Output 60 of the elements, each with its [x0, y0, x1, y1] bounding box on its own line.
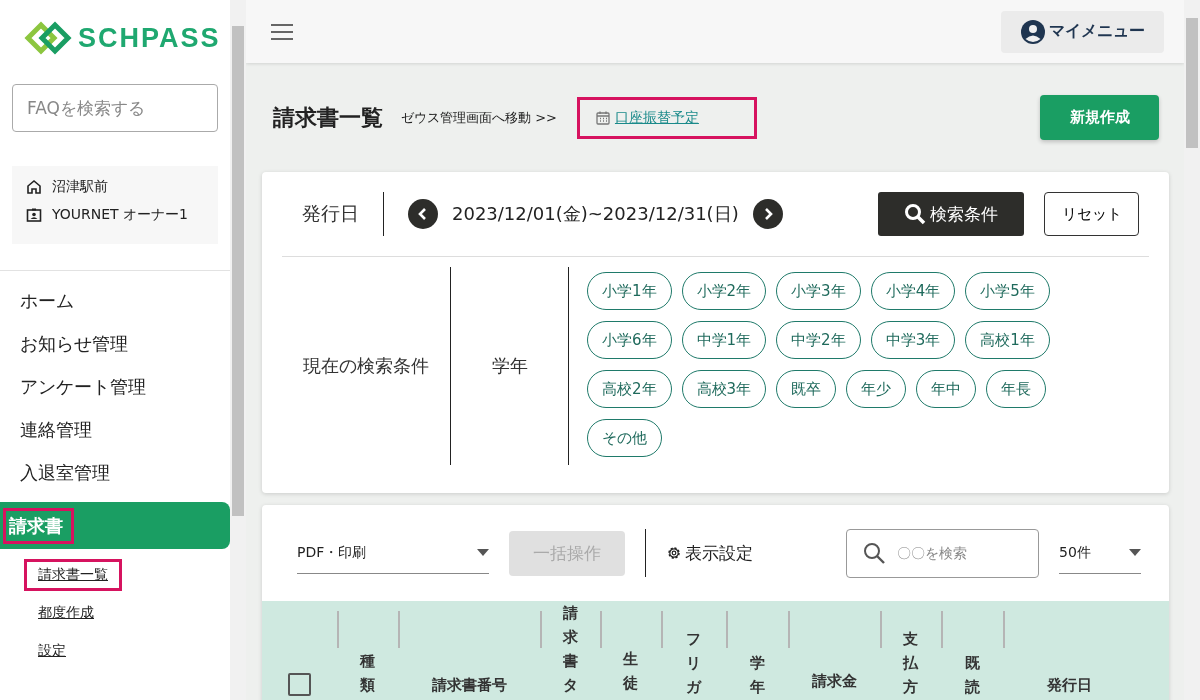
schedule-link[interactable]: 口座振替予定 [576, 96, 757, 139]
select-all-checkbox[interactable] [288, 673, 311, 696]
grade-label: 学年 [490, 354, 529, 378]
highlight-frame: 連絡管理 [14, 411, 103, 448]
highlight-frame: お知らせ管理 [14, 325, 139, 362]
column-header[interactable]: 請求書タ [562, 601, 578, 697]
dropdown-icon [477, 549, 489, 556]
my-menu-button[interactable]: マイメニュー [1001, 10, 1164, 53]
scrollbar[interactable] [230, 0, 246, 700]
chevron-left-icon [418, 207, 428, 221]
subnav-link[interactable]: 設定 [24, 635, 80, 667]
user-name: YOURNET オーナー1 [52, 206, 188, 224]
date-label: 発行日 [302, 201, 359, 226]
nav-item[interactable]: ホーム [0, 279, 230, 322]
nav-item[interactable]: 連絡管理 [0, 408, 230, 451]
faq-search-field[interactable]: FAQを検索する [12, 84, 218, 132]
column-header[interactable]: 既読 [964, 651, 980, 699]
nav-item[interactable]: 入退室管理 [0, 451, 230, 494]
logo-text: SCHPASS [78, 22, 221, 54]
page-size-select[interactable]: 50件 [1059, 532, 1141, 574]
column-header[interactable]: 学年 [749, 651, 765, 699]
next-button[interactable] [752, 199, 783, 229]
nav-item[interactable]: アンケート管理 [0, 365, 230, 408]
search-icon [904, 203, 926, 225]
menu-icon[interactable] [270, 22, 294, 41]
user-icon [1020, 19, 1045, 44]
zeus-link[interactable]: ゼウス管理画面へ移動 >> [401, 108, 557, 127]
date-range: 2023/12/01(金)~2023/12/31(日) [452, 202, 739, 226]
highlight-frame: 入退室管理 [14, 454, 121, 491]
previous-button[interactable] [408, 199, 438, 229]
current-conditions-label: 現在の検索条件 [302, 354, 430, 378]
scrollbar[interactable] [1184, 0, 1200, 700]
print-select[interactable]: PDF・印刷 [297, 532, 489, 574]
search-icon [862, 540, 886, 565]
column-header[interactable]: 生徒 [623, 647, 638, 695]
column-header[interactable]: 種類 [360, 649, 375, 697]
id-badge-icon [26, 207, 42, 223]
column-header[interactable]: 請求金 [811, 669, 857, 693]
display-settings-button[interactable]: 表示設定 [666, 541, 753, 565]
logo-icon [24, 21, 72, 55]
chevron-right-icon [762, 207, 773, 221]
calendar-icon [594, 109, 611, 126]
reset-button[interactable]: リセット [1044, 192, 1139, 236]
subnav-link[interactable]: 都度作成 [24, 597, 108, 629]
highlight-frame: アンケート管理 [14, 368, 157, 405]
column-header[interactable]: 支払方 [903, 627, 918, 699]
table-search-field[interactable]: 〇〇を検索 [846, 528, 1039, 578]
column-header[interactable]: 発行日 [1046, 673, 1092, 697]
nav-item[interactable]: お知らせ管理 [0, 322, 230, 365]
subnav-link[interactable]: 請求書一覧 [24, 559, 122, 591]
page-title: 請求書一覧 [273, 103, 383, 132]
home-icon [26, 179, 42, 195]
search-conditions-button[interactable]: 検索条件 [878, 192, 1024, 236]
dropdown-icon [1129, 549, 1141, 556]
gear-icon [666, 545, 682, 561]
column-header[interactable]: フリガ [686, 627, 701, 699]
highlight-frame: ホーム [14, 282, 85, 319]
highlight-frame: 請求書 [3, 507, 74, 544]
column-header[interactable]: 請求書番号 [431, 673, 507, 697]
school-name: 沼津駅前 [52, 178, 108, 196]
